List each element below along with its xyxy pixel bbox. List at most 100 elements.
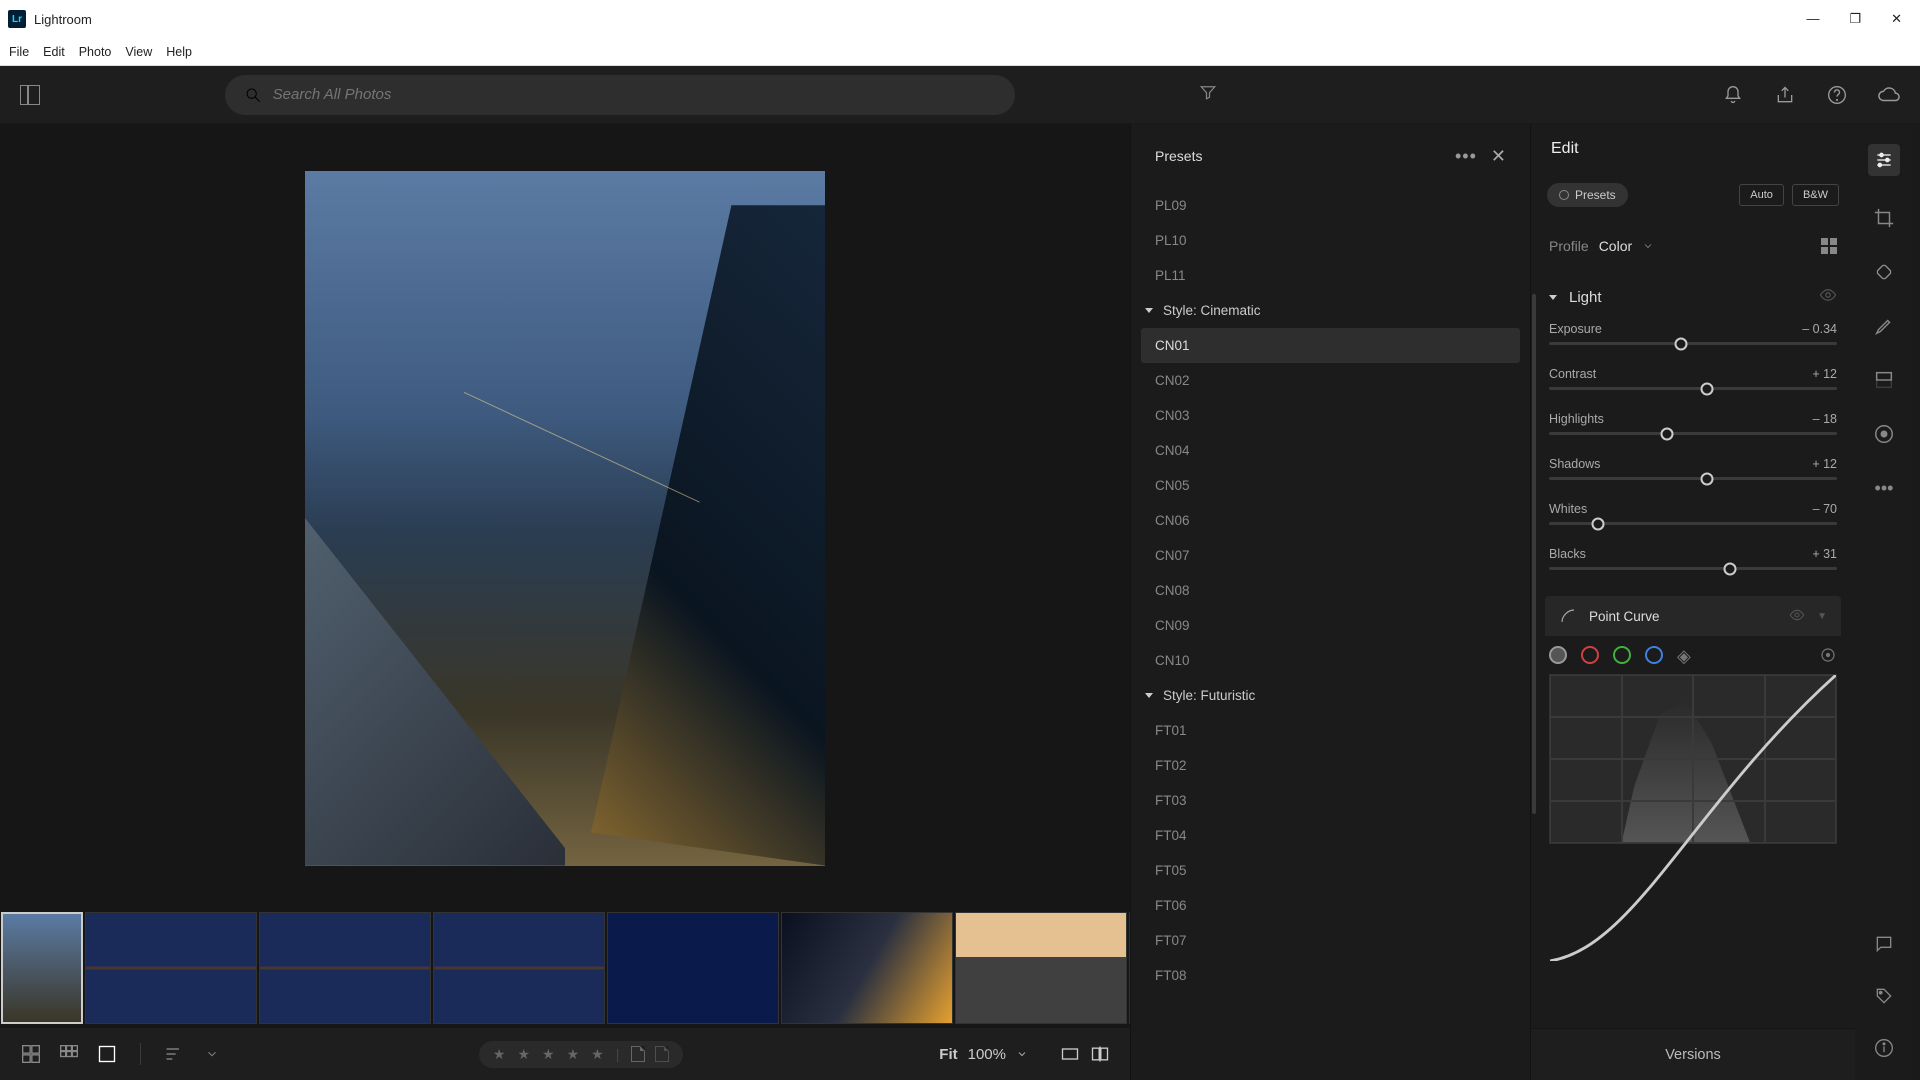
preset-list[interactable]: PL09PL10PL11Style: CinematicCN01CN02CN03… — [1131, 188, 1530, 1080]
thumbnail[interactable] — [955, 912, 1127, 1024]
filmstrip[interactable] — [0, 912, 1130, 1028]
histogram-toggle-icon[interactable] — [1060, 1044, 1080, 1064]
keywords-icon[interactable] — [1872, 984, 1896, 1008]
cloud-sync-icon[interactable] — [1878, 84, 1900, 106]
filter-icon[interactable] — [1199, 83, 1217, 106]
menu-help[interactable]: Help — [159, 45, 199, 59]
preset-item[interactable]: FT01 — [1141, 713, 1520, 748]
flag-pick-icon[interactable] — [631, 1046, 645, 1062]
search-bar[interactable] — [225, 75, 1015, 115]
profile-value[interactable]: Color — [1599, 238, 1632, 254]
tone-curve[interactable] — [1549, 674, 1837, 844]
versions-button[interactable]: Versions — [1531, 1028, 1855, 1080]
slider-highlights[interactable]: Highlights– 18 — [1531, 408, 1855, 453]
chevron-down-icon[interactable]: ▼ — [1817, 611, 1827, 622]
presets-more-icon[interactable]: ••• — [1455, 146, 1477, 167]
thumbnail[interactable] — [607, 912, 779, 1024]
slider-blacks[interactable]: Blacks+ 31 — [1531, 543, 1855, 588]
rating-bar[interactable]: ★ ★ ★ ★ ★ | — [479, 1041, 683, 1068]
visibility-icon[interactable] — [1789, 607, 1805, 626]
profile-browser-icon[interactable] — [1821, 238, 1837, 254]
thumbnail[interactable] — [433, 912, 605, 1024]
zoom-fit-label[interactable]: Fit — [939, 1046, 957, 1063]
photo-canvas[interactable] — [0, 124, 1130, 912]
preset-item[interactable]: PL11 — [1141, 258, 1520, 293]
edit-sliders-icon[interactable] — [1868, 144, 1900, 176]
menu-edit[interactable]: Edit — [36, 45, 72, 59]
compare-view-icon[interactable] — [1090, 1044, 1110, 1064]
presets-button[interactable]: Presets — [1547, 183, 1628, 207]
light-section-header[interactable]: Light — [1531, 276, 1855, 318]
preset-item[interactable]: CN03 — [1141, 398, 1520, 433]
preset-item[interactable]: FT05 — [1141, 853, 1520, 888]
single-view-icon[interactable] — [96, 1043, 118, 1065]
preset-item[interactable]: CN09 — [1141, 608, 1520, 643]
auto-button[interactable]: Auto — [1739, 184, 1784, 206]
comments-icon[interactable] — [1872, 932, 1896, 956]
brush-icon[interactable] — [1872, 314, 1896, 338]
zoom-controls[interactable]: Fit 100% — [939, 1044, 1110, 1064]
flag-reject-icon[interactable] — [655, 1046, 669, 1062]
grid-view-small-icon[interactable] — [20, 1043, 42, 1065]
slider-whites[interactable]: Whites– 70 — [1531, 498, 1855, 543]
preset-group[interactable]: Style: Futuristic — [1141, 678, 1520, 713]
star-icon[interactable]: ★ — [542, 1046, 557, 1063]
star-icon[interactable]: ★ — [517, 1046, 532, 1063]
info-icon[interactable] — [1872, 1036, 1896, 1060]
thumbnail[interactable] — [259, 912, 431, 1024]
visibility-icon[interactable] — [1819, 286, 1837, 308]
share-icon[interactable] — [1774, 84, 1796, 106]
point-curve-header[interactable]: Point Curve ▼ — [1545, 596, 1841, 636]
healing-icon[interactable] — [1872, 260, 1896, 284]
panel-toggle-icon[interactable] — [20, 85, 40, 105]
preset-item[interactable]: FT04 — [1141, 818, 1520, 853]
presets-close-icon[interactable]: ✕ — [1491, 146, 1506, 167]
chevron-down-icon[interactable] — [1016, 1048, 1028, 1060]
preset-item[interactable]: PL10 — [1141, 223, 1520, 258]
notifications-icon[interactable] — [1722, 84, 1744, 106]
thumbnail[interactable] — [85, 912, 257, 1024]
preset-item[interactable]: CN02 — [1141, 363, 1520, 398]
menu-view[interactable]: View — [118, 45, 159, 59]
preset-item[interactable]: CN05 — [1141, 468, 1520, 503]
thumbnail[interactable] — [781, 912, 953, 1024]
curve-channel-red[interactable] — [1581, 646, 1599, 664]
thumbnail[interactable] — [1, 912, 83, 1024]
preset-item[interactable]: CN07 — [1141, 538, 1520, 573]
linear-gradient-icon[interactable] — [1872, 368, 1896, 392]
sort-chevron-icon[interactable] — [201, 1043, 223, 1065]
help-icon[interactable] — [1826, 84, 1848, 106]
close-window-button[interactable]: ✕ — [1891, 11, 1902, 27]
preset-item[interactable]: CN10 — [1141, 643, 1520, 678]
preset-item[interactable]: FT06 — [1141, 888, 1520, 923]
curve-parametric-icon[interactable]: ◈ — [1677, 646, 1695, 664]
menu-photo[interactable]: Photo — [72, 45, 119, 59]
curve-channel-green[interactable] — [1613, 646, 1631, 664]
preset-group[interactable]: Style: Cinematic — [1141, 293, 1520, 328]
radial-gradient-icon[interactable] — [1872, 422, 1896, 446]
scrollbar[interactable] — [1532, 294, 1536, 814]
menu-file[interactable]: File — [2, 45, 36, 59]
star-icon[interactable]: ★ — [591, 1046, 606, 1063]
grid-view-large-icon[interactable] — [58, 1043, 80, 1065]
preset-item[interactable]: CN01 — [1141, 328, 1520, 363]
preset-item[interactable]: CN08 — [1141, 573, 1520, 608]
preset-item[interactable]: CN04 — [1141, 433, 1520, 468]
preset-item[interactable]: FT02 — [1141, 748, 1520, 783]
preset-item[interactable]: FT07 — [1141, 923, 1520, 958]
minimize-button[interactable]: — — [1806, 11, 1819, 27]
sort-icon[interactable] — [163, 1043, 185, 1065]
crop-icon[interactable] — [1872, 206, 1896, 230]
curve-channel-blue[interactable] — [1645, 646, 1663, 664]
slider-shadows[interactable]: Shadows+ 12 — [1531, 453, 1855, 498]
target-picker-icon[interactable] — [1819, 646, 1837, 664]
curve-channel-luma[interactable] — [1549, 646, 1567, 664]
slider-contrast[interactable]: Contrast+ 12 — [1531, 363, 1855, 408]
chevron-down-icon[interactable] — [1642, 240, 1654, 252]
preset-item[interactable]: FT03 — [1141, 783, 1520, 818]
preset-item[interactable]: PL09 — [1141, 188, 1520, 223]
star-icon[interactable]: ★ — [567, 1046, 582, 1063]
zoom-level[interactable]: 100% — [968, 1046, 1006, 1063]
bw-button[interactable]: B&W — [1792, 184, 1839, 206]
preset-item[interactable]: CN06 — [1141, 503, 1520, 538]
